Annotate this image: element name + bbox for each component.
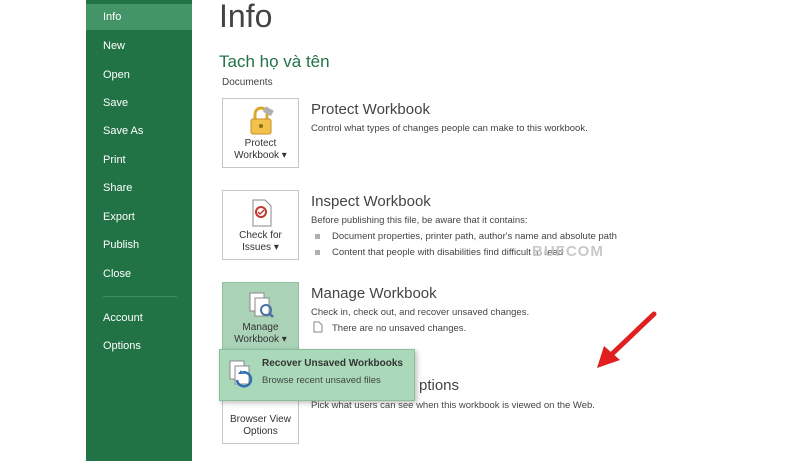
nav-divider xyxy=(103,296,177,297)
check-for-issues-button[interactable]: Check for Issues ▾ xyxy=(222,190,299,260)
manage-note: There are no unsaved changes. xyxy=(332,323,467,334)
manage-workbook-button[interactable]: Manage Workbook ▾ xyxy=(222,282,299,352)
nav-options[interactable]: Options xyxy=(86,333,192,359)
recover-title: Recover Unsaved Workbooks xyxy=(262,358,403,369)
inspect-label-line1: Check for xyxy=(239,230,282,241)
manage-workbook-icon xyxy=(249,292,274,318)
nav-close[interactable]: Close xyxy=(86,261,192,287)
inspect-bullet: Document properties, printer path, autho… xyxy=(332,231,617,242)
manage-title: Manage Workbook xyxy=(311,285,437,302)
annotation-arrow-icon xyxy=(597,311,657,368)
info-pane: Info Tach họ và tên Documents Protect Wo… xyxy=(192,0,697,461)
browser-label-line1: Browser View xyxy=(230,414,291,425)
nav-export[interactable]: Export xyxy=(86,204,192,230)
nav-account[interactable]: Account xyxy=(86,305,192,331)
inspect-document-icon xyxy=(252,199,272,227)
nav-open[interactable]: Open xyxy=(86,62,192,88)
document-icon xyxy=(313,321,323,333)
manage-label-line1: Manage xyxy=(242,322,279,333)
browser-title-fragment: ptions xyxy=(419,377,460,394)
document-title: Tach họ và tên xyxy=(219,52,330,71)
bullet-marker xyxy=(315,250,320,255)
nav-publish[interactable]: Publish xyxy=(86,232,192,258)
inspect-button-label: Check for Issues ▾ xyxy=(223,230,298,254)
protect-label-line2: Workbook ▾ xyxy=(234,150,287,161)
inspect-title: Inspect Workbook xyxy=(311,193,431,210)
browser-label-line2: Options xyxy=(243,426,278,437)
protect-button-label: Protect Workbook ▾ xyxy=(223,138,298,162)
document-location[interactable]: Documents xyxy=(222,77,273,88)
protect-description: Control what types of changes people can… xyxy=(311,123,588,134)
protect-label-line1: Protect xyxy=(244,138,277,149)
nav-new[interactable]: New xyxy=(86,33,192,59)
nav-print[interactable]: Print xyxy=(86,147,192,173)
protect-workbook-button[interactable]: Protect Workbook ▾ xyxy=(222,98,299,168)
inspect-bullet: Content that people with disabilities fi… xyxy=(332,247,564,258)
bullet-marker xyxy=(315,234,320,239)
manage-label-line2: Workbook ▾ xyxy=(234,334,287,345)
inspect-label-line2: Issues ▾ xyxy=(242,242,279,253)
browser-description: Pick what users can see when this workbo… xyxy=(311,400,595,411)
nav-save-as[interactable]: Save As xyxy=(86,118,192,144)
recover-workbooks-icon xyxy=(229,360,253,388)
backstage-sidebar: Info New Open Save Save As Print Share E… xyxy=(86,0,192,461)
lock-icon xyxy=(250,106,274,135)
nav-save[interactable]: Save xyxy=(86,90,192,116)
nav-share[interactable]: Share xyxy=(86,175,192,201)
protect-title: Protect Workbook xyxy=(311,101,430,118)
manage-description: Check in, check out, and recover unsaved… xyxy=(311,307,530,318)
recover-subtitle: Browse recent unsaved files xyxy=(262,375,381,386)
page-title: Info xyxy=(219,0,273,34)
browser-button-label: Browser View Options xyxy=(223,414,298,438)
recover-unsaved-workbooks-item[interactable]: Recover Unsaved Workbooks Browse recent … xyxy=(219,349,415,401)
nav-info[interactable]: Info xyxy=(86,4,192,30)
inspect-description: Before publishing this file, be aware th… xyxy=(311,215,528,226)
watermark-text: BUFCOM xyxy=(532,243,604,260)
manage-button-label: Manage Workbook ▾ xyxy=(223,322,298,346)
